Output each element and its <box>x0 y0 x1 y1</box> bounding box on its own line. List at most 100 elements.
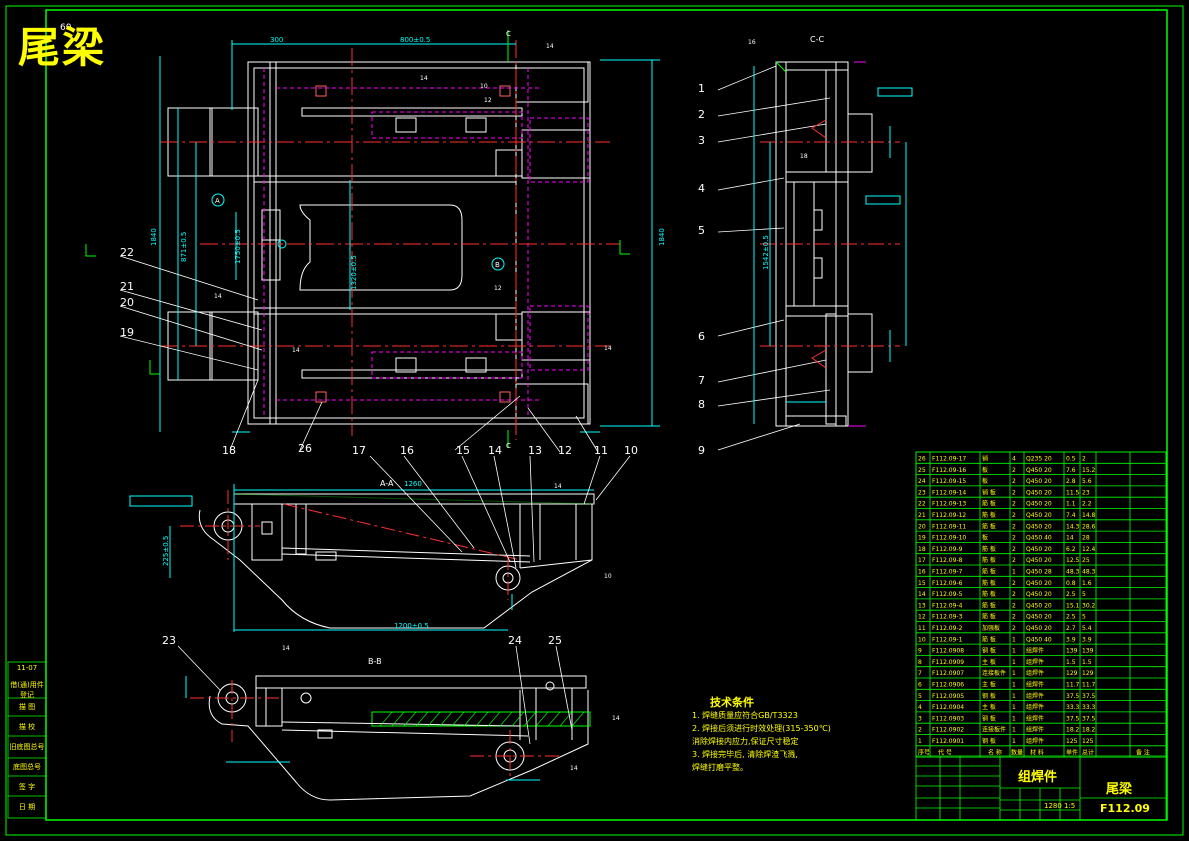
part-number: 9 <box>698 444 705 457</box>
bom-cell: F112.09-5 <box>932 591 963 598</box>
bom-cell: 16 <box>918 569 926 576</box>
bom-cell: 2 <box>918 727 922 734</box>
bom-cell: F112.09-9 <box>932 546 963 553</box>
bom-cell: 钢 板 <box>982 692 996 700</box>
bom-cell: 1 <box>1012 569 1016 576</box>
tech-line: 3. 焊接完毕后, 清除焊渣飞溅, <box>692 750 798 759</box>
bom-cell: 18.2 <box>1066 727 1080 734</box>
part-number: 26 <box>298 442 312 455</box>
weld-mark: 10 <box>480 83 488 90</box>
bom-cell: 组焊件 <box>1026 714 1044 722</box>
bom-cell: 2 <box>1012 591 1016 598</box>
bom-cell: 2.5 <box>1066 591 1076 598</box>
part-number: 18 <box>222 444 236 457</box>
bom-cell: 2.7 <box>1066 625 1076 632</box>
bom-cell: F112.09-4 <box>932 602 963 609</box>
bom-cell: 筋 板 <box>982 635 996 643</box>
bom-cell: 2.5 <box>1066 614 1076 621</box>
bom-cell: 销 板 <box>982 488 996 496</box>
bom-cell: F112.0901 <box>932 738 964 745</box>
bom-cell: 1 <box>1012 659 1016 666</box>
bom-cell: 139 <box>1082 648 1094 655</box>
bom-cell: 组焊件 <box>1026 658 1044 666</box>
bom-cell: 13 <box>918 602 926 609</box>
label-ref-c-top: C <box>506 30 511 38</box>
bom-cell: 2 <box>1012 467 1016 474</box>
title-type: 组焊件 <box>1018 770 1058 785</box>
bom-cell: Q450 20 <box>1026 557 1052 564</box>
bom-cell: 主 板 <box>982 681 996 689</box>
bom-cell: 11.5 <box>1066 489 1080 496</box>
bom-cell: 28.6 <box>1082 523 1096 530</box>
bom-cell: 18 <box>918 546 926 553</box>
bom-cell: 销 <box>982 455 988 463</box>
part-number: 7 <box>698 374 705 387</box>
bom-cell: F112.0908 <box>932 648 964 655</box>
weld-mark: 12 <box>484 97 492 104</box>
bom-cell: 组焊件 <box>1026 669 1044 677</box>
bom-cell: 23 <box>918 489 926 496</box>
bom-cell: F112.09-12 <box>932 512 966 519</box>
weld-mark: 14 <box>570 765 578 772</box>
bom-cell: 2 <box>1012 580 1016 587</box>
weld-mark: 14 <box>604 345 612 352</box>
bom-cell: 2 <box>1012 523 1016 530</box>
label-ref-b: B <box>495 261 500 269</box>
bom-cell: 筋 板 <box>982 579 996 587</box>
bom-cell: Q450 20 <box>1026 602 1052 609</box>
bom-cell: F112.09-17 <box>932 456 966 463</box>
bom-cell: 5 <box>1082 614 1086 621</box>
bom-cell: 筋 板 <box>982 511 996 519</box>
bom-cell: 15.1 <box>1066 602 1080 609</box>
bom-cell: 主 板 <box>982 658 996 666</box>
bom-cell: 1 <box>1012 715 1016 722</box>
side-cell: 底图总号 <box>13 763 41 771</box>
part-number: 8 <box>698 398 705 411</box>
title-scale: 1:5 <box>1064 802 1076 810</box>
bom-cell: 17 <box>918 557 926 564</box>
dim-top-width: 800±0.5 <box>400 36 430 44</box>
bom-cell: Q450 40 <box>1026 636 1052 643</box>
bom-cell: 2 <box>1012 478 1016 485</box>
title-name: 尾梁 <box>1106 782 1133 797</box>
bom-cell: 2 <box>1012 625 1016 632</box>
dim-side-2: 1320±0.5 <box>350 255 358 290</box>
bom-cell: F112.09-7 <box>932 569 963 576</box>
part-number: 2 <box>698 108 705 121</box>
bom-cell: 2 <box>1012 535 1016 542</box>
tech-line: 焊缝打磨平整。 <box>692 763 748 772</box>
bom-cell: 12 <box>918 614 926 621</box>
bom-cell: 0.8 <box>1066 580 1076 587</box>
weld-mark: 14 <box>292 347 300 354</box>
bom-cell: 1 <box>1012 693 1016 700</box>
part-number: 13 <box>528 444 542 457</box>
bom-cell: Q450 20 <box>1026 501 1052 508</box>
bom-cell: 1 <box>1012 704 1016 711</box>
bom-cell: 2 <box>1012 546 1016 553</box>
bom-cell: 1.5 <box>1066 659 1076 666</box>
bom-cell: F112.09-10 <box>932 535 966 542</box>
part-number: 6 <box>698 330 705 343</box>
bom-cell: 2 <box>1012 602 1016 609</box>
dim-sec-height: 1542±0.5 <box>762 235 770 270</box>
bom-cell: 24 <box>918 478 926 485</box>
bom-cell: 25 <box>918 467 926 474</box>
drawing-canvas: 800±0.5 300 60 1260 1200±0.5 1840 1840 8… <box>0 0 1189 841</box>
weld-mark: 14 <box>420 75 428 82</box>
part-number: 20 <box>120 296 134 309</box>
bom-header-cell: 材 料 <box>1030 748 1044 756</box>
part-number: 4 <box>698 182 705 195</box>
bom-cell: F112.0904 <box>932 704 964 711</box>
side-cell: 描 校 <box>18 723 36 731</box>
bom-cell: 11.7 <box>1066 682 1080 689</box>
bom-cell: 3 <box>918 715 922 722</box>
bom-cell: 14.3 <box>1066 523 1080 530</box>
bom-cell: F112.09-14 <box>932 489 966 496</box>
title-code: F112.09 <box>1100 802 1150 815</box>
bom-cell: Q450 40 <box>1026 535 1052 542</box>
dim-height-left: 1840 <box>150 228 158 246</box>
bom-cell: 组焊件 <box>1026 647 1044 655</box>
side-cell: 借(通)用件登记 <box>10 681 44 699</box>
bom-cell: F112.09-3 <box>932 614 963 621</box>
bom-header-cell: 名 称 <box>988 748 1002 756</box>
